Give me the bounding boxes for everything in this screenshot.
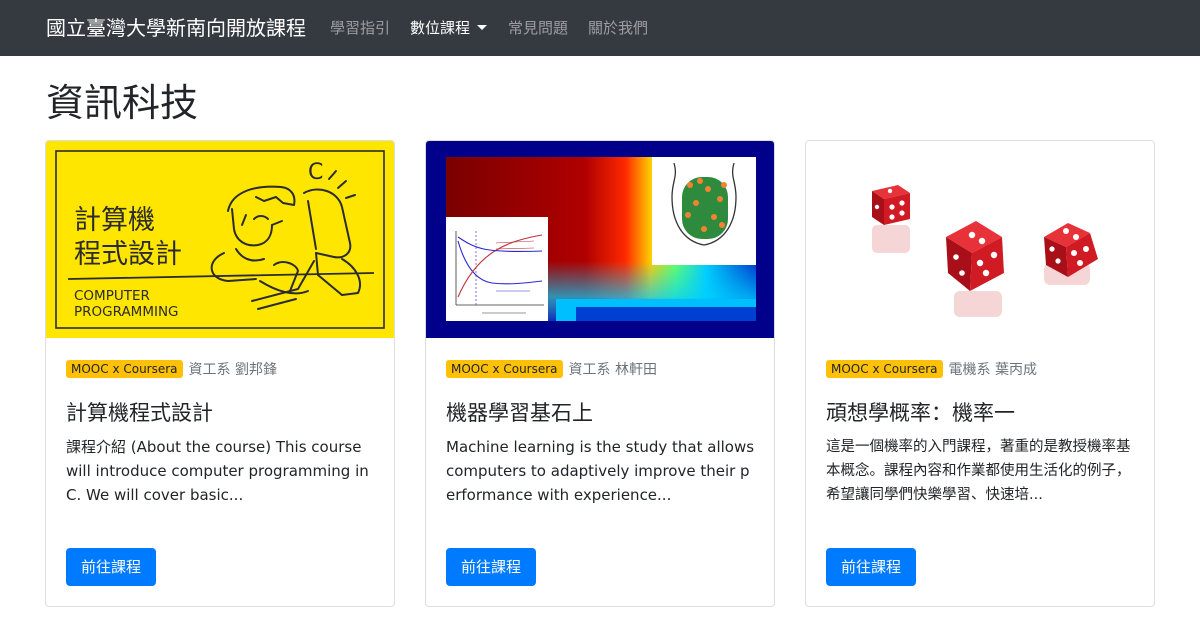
course-instructor: 資工系 林軒田: [568, 362, 657, 378]
course-title[interactable]: 機器學習基石上: [446, 399, 756, 427]
go-to-course-button[interactable]: 前往課程: [826, 548, 916, 586]
course-card-body: MOOC x Coursera 資工系 林軒田 機器學習基石上 Machine l…: [446, 357, 756, 507]
course-title[interactable]: 計算機程式設計: [66, 399, 376, 427]
course-card-body: MOOC x Coursera 資工系 劉邦鋒 計算機程式設計 課程介紹 (Abo…: [66, 357, 376, 507]
course-card: 計算機 程式設計 COMPUTER PROGRAMMING C MOOC x C…: [45, 140, 395, 607]
nav-link-digital-courses[interactable]: 數位課程: [410, 17, 488, 39]
course-meta: MOOC x Coursera 電機系 葉丙成: [826, 357, 1136, 381]
banner-title-line1: 計算機: [74, 205, 155, 236]
course-image-probability[interactable]: [806, 141, 1154, 338]
caret-down-icon: [477, 25, 488, 30]
course-meta: MOOC x Coursera 資工系 林軒田: [446, 357, 756, 381]
course-instructor: 資工系 劉邦鋒: [188, 362, 277, 378]
course-image-machine-learning[interactable]: [426, 141, 774, 338]
course-description: Machine learning is the study that allow…: [446, 438, 755, 504]
die-small: [872, 185, 910, 225]
dice-illustration: [806, 141, 1154, 338]
course-title[interactable]: 頑想學概率：機率一: [826, 399, 1136, 427]
course-image-programming[interactable]: 計算機 程式設計 COMPUTER PROGRAMMING C: [46, 141, 394, 338]
course-description: 這是一個機率的入門課程，著重的是教授機率基本概念。課程內容和作業都使用生活化的例…: [826, 439, 1131, 503]
nav-link-learning-guide[interactable]: 學習指引: [330, 17, 390, 39]
programming-banner-illustration: 計算機 程式設計 COMPUTER PROGRAMMING C: [46, 141, 394, 338]
page-title: 資訊科技: [46, 81, 199, 125]
mooc-badge: MOOC x Coursera: [826, 360, 943, 378]
go-to-course-button[interactable]: 前往課程: [446, 548, 536, 586]
go-to-course-button[interactable]: 前往課程: [66, 548, 156, 586]
course-card-body: MOOC x Coursera 電機系 葉丙成 頑想學概率：機率一 這是一個機率的…: [826, 357, 1136, 507]
course-meta: MOOC x Coursera 資工系 劉邦鋒: [66, 357, 376, 381]
mooc-badge: MOOC x Coursera: [446, 360, 563, 378]
banner-en-line1: COMPUTER: [74, 288, 150, 304]
banner-title-line2: 程式設計: [74, 239, 182, 270]
top-navbar: 國立臺灣大學新南向開放課程 學習指引 數位課程 常見問題 關於我們: [0, 0, 1200, 56]
course-instructor: 電機系 葉丙成: [948, 362, 1037, 378]
course-description: 課程介紹 (About the course) This course will…: [66, 438, 369, 504]
banner-en-line2: PROGRAMMING: [74, 304, 179, 320]
nav-link-digital-courses-label: 數位課程: [410, 19, 471, 37]
banner-c-glyph: C: [308, 160, 323, 185]
course-card: MOOC x Coursera 電機系 葉丙成 頑想學概率：機率一 這是一個機率的…: [805, 140, 1155, 607]
mooc-badge: MOOC x Coursera: [66, 360, 183, 378]
course-card: MOOC x Coursera 資工系 林軒田 機器學習基石上 Machine l…: [425, 140, 775, 607]
nav-link-faq[interactable]: 常見問題: [508, 17, 568, 39]
machine-learning-illustration: [426, 141, 774, 338]
nav-link-about-us[interactable]: 關於我們: [588, 17, 648, 39]
site-brand[interactable]: 國立臺灣大學新南向開放課程: [46, 14, 306, 42]
